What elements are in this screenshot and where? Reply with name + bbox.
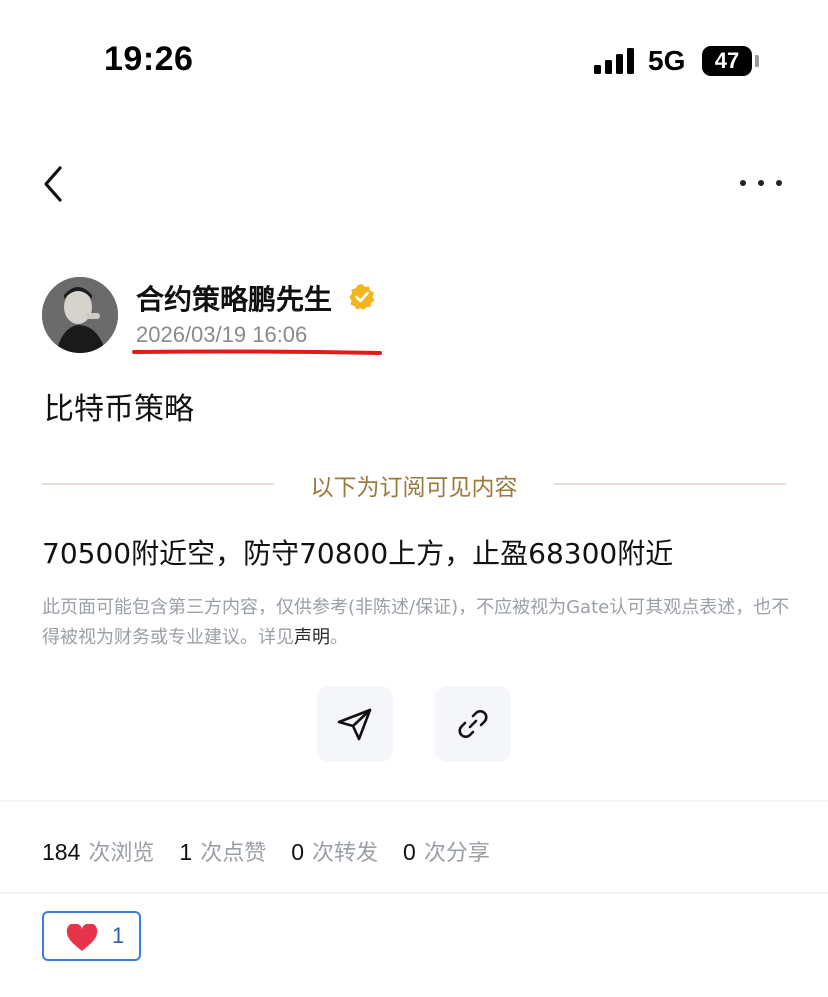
disclaimer-text: 此页面可能包含第三方内容，仅供参考(非陈述/保证)，不应被视为Gate认可其观点… xyxy=(42,597,790,648)
more-dot xyxy=(776,180,782,186)
stat-shares-label: 次分享 xyxy=(423,841,490,866)
divider-right xyxy=(554,483,786,485)
stat-likes-value: 1 xyxy=(179,839,193,865)
disclaimer-link[interactable]: 声明 xyxy=(294,627,330,648)
author-name[interactable]: 合约策略鹏先生 xyxy=(136,278,332,318)
section-separator xyxy=(0,800,828,802)
post-title: 比特币策略 xyxy=(44,392,194,427)
stat-likes-label: 次点赞 xyxy=(200,841,267,866)
copy-link-button[interactable] xyxy=(435,686,511,762)
heart-icon xyxy=(66,924,98,951)
section-separator xyxy=(0,892,828,894)
stat-views-value: 184 xyxy=(42,839,81,865)
post-timestamp: 2026/03/19 16:06 xyxy=(136,322,308,347)
more-button[interactable] xyxy=(736,170,786,196)
battery-tip xyxy=(755,55,759,67)
status-bar: 19:26 5G 47 xyxy=(0,0,828,120)
divider-left xyxy=(42,483,274,485)
more-dot xyxy=(758,180,764,186)
like-reaction-button[interactable]: 1 xyxy=(42,911,141,961)
stat-reposts-value: 0 xyxy=(291,839,304,865)
link-icon xyxy=(458,710,488,738)
paper-plane-icon xyxy=(337,708,372,741)
battery-level: 47 xyxy=(714,48,740,73)
avatar-image xyxy=(42,277,118,353)
more-horizontal-icon xyxy=(740,180,746,186)
battery-icon: 47 xyxy=(702,46,752,76)
network-type: 5G xyxy=(648,45,686,76)
subscriber-content-label: 以下为订阅可见内容 xyxy=(310,475,518,501)
disclaimer: 此页面可能包含第三方内容，仅供参考(非陈述/保证)，不应被视为Gate认可其观点… xyxy=(42,593,792,653)
post-stats: 184 次浏览 1 次点赞 0 次转发 0 次分享 xyxy=(42,835,508,867)
disclaimer-end: 。 xyxy=(330,627,348,648)
verified-badge-icon xyxy=(349,284,375,310)
stat-views-label: 次浏览 xyxy=(88,841,155,866)
avatar[interactable] xyxy=(42,277,118,353)
share-telegram-button[interactable] xyxy=(317,686,393,762)
red-highlight-underline xyxy=(132,349,382,355)
stat-reposts-label: 次转发 xyxy=(312,841,379,866)
status-time: 19:26 xyxy=(104,40,194,78)
stat-shares-value: 0 xyxy=(403,839,416,865)
chevron-left-icon xyxy=(44,166,62,202)
back-button[interactable] xyxy=(36,162,76,206)
post-body: 70500附近空，防守70800上方，止盈68300附近 xyxy=(42,537,674,570)
signal-strength-icon xyxy=(594,48,636,74)
like-count: 1 xyxy=(112,923,125,948)
